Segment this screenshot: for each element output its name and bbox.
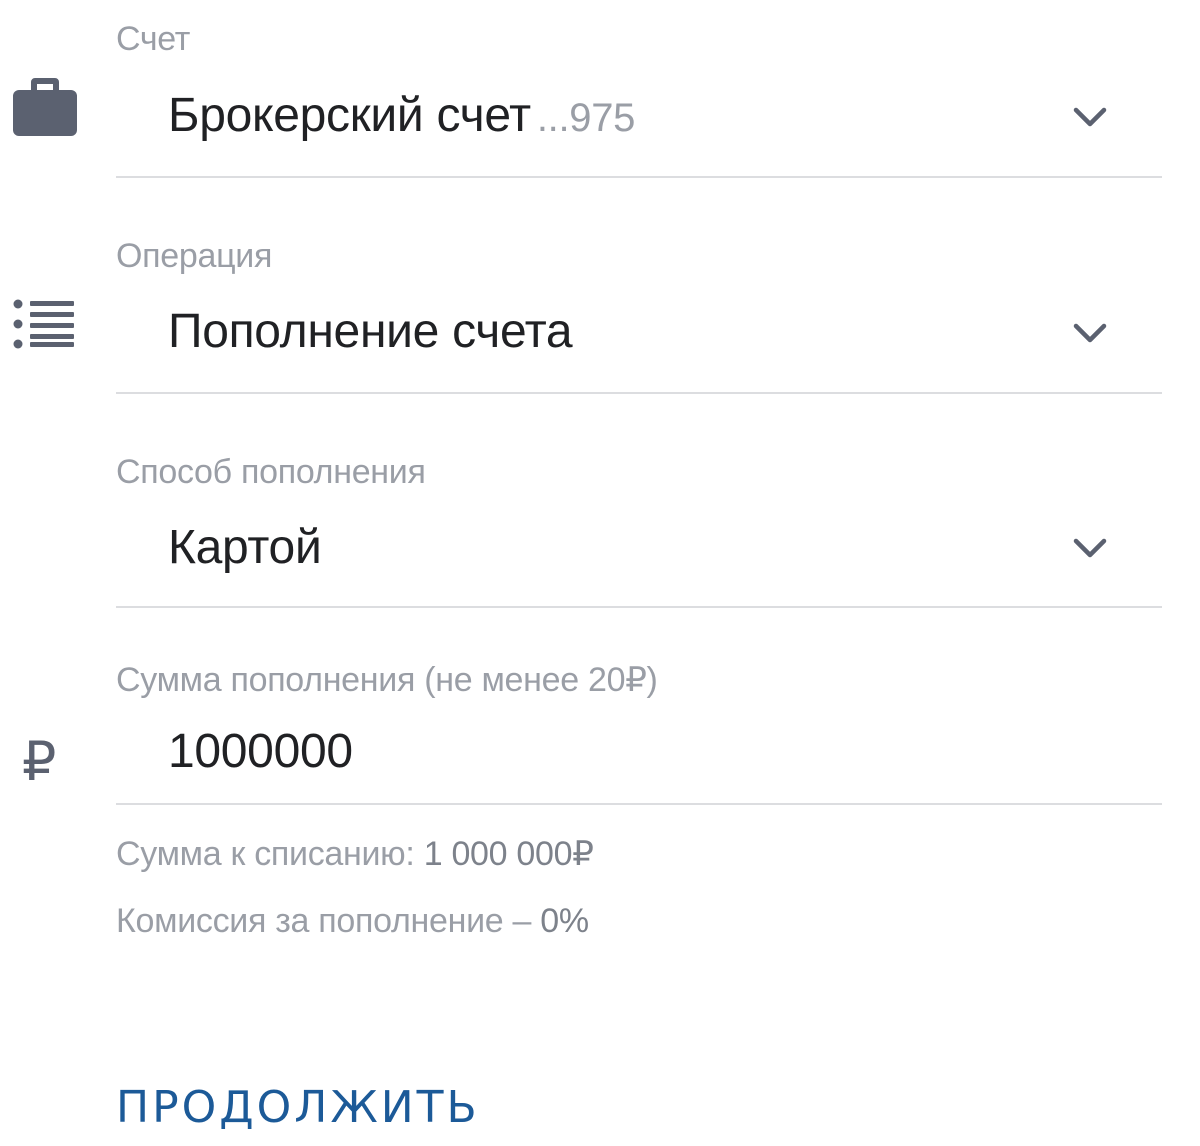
operation-select[interactable]: Пополнение счета <box>168 304 573 359</box>
fee-label: Комиссия за пополнение – <box>116 902 541 940</box>
chevron-down-icon[interactable] <box>1070 98 1110 138</box>
divider <box>116 803 1162 805</box>
continue-button[interactable]: ПРОДОЛЖИТЬ <box>116 1082 480 1133</box>
chevron-down-icon[interactable] <box>1070 314 1110 354</box>
fee-summary: Комиссия за пополнение – 0% <box>116 902 589 941</box>
chevron-down-icon[interactable] <box>1070 529 1110 569</box>
debit-summary: Сумма к списанию: 1 000 000₽ <box>116 834 594 874</box>
list-icon <box>12 298 76 355</box>
debit-label: Сумма к списанию: <box>116 835 424 873</box>
account-value: Брокерский счет <box>168 89 531 142</box>
amount-input[interactable]: 1000000 <box>168 724 353 779</box>
account-label: Счет <box>116 20 191 58</box>
account-select[interactable]: Брокерский счет ...975 <box>168 88 635 143</box>
briefcase-icon <box>12 74 78 141</box>
method-label: Способ пополнения <box>116 453 426 491</box>
divider <box>116 176 1162 178</box>
divider <box>116 392 1162 394</box>
amount-label: Сумма пополнения (не менее 20₽) <box>116 661 658 699</box>
ruble-icon: ₽ <box>22 730 57 793</box>
amount-value: 1000000 <box>168 725 353 778</box>
operation-value: Пополнение счета <box>168 305 573 358</box>
method-value: Картой <box>168 521 322 574</box>
debit-value: 1 000 000₽ <box>423 835 594 873</box>
account-number-suffix: ...975 <box>536 96 636 140</box>
method-select[interactable]: Картой <box>168 520 322 575</box>
operation-label: Операция <box>116 237 273 275</box>
divider <box>116 606 1162 608</box>
fee-value: 0% <box>540 902 589 940</box>
